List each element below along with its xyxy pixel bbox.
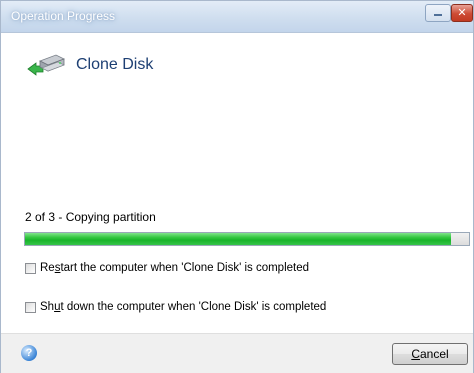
close-icon: ✕ [457,7,467,19]
progress-bar [24,232,470,246]
minimize-icon [434,14,442,16]
cancel-button[interactable]: Cancel [392,343,468,365]
restart-option[interactable]: Restart the computer when 'Clone Disk' i… [25,262,309,274]
shutdown-label[interactable]: Shut down the computer when 'Clone Disk'… [40,301,326,313]
help-icon[interactable]: ? [21,345,37,361]
operation-title: Clone Disk [76,56,154,73]
shutdown-option[interactable]: Shut down the computer when 'Clone Disk'… [25,301,326,313]
minimize-button[interactable] [425,4,451,22]
title-bar[interactable]: Operation Progress ✕ [1,1,473,33]
shutdown-checkbox[interactable] [25,301,36,313]
progress-bar-fill [25,233,452,245]
close-button[interactable]: ✕ [451,4,473,22]
progress-status-text: 2 of 3 - Copying partition [25,210,156,224]
window-title: Operation Progress [11,9,116,23]
clone-disk-icon [27,54,65,76]
restart-checkbox[interactable] [25,262,36,274]
restart-label[interactable]: Restart the computer when 'Clone Disk' i… [40,262,309,274]
operation-progress-window: Operation Progress ✕ Clone Disk 2 of 3 -… [0,0,474,373]
dialog-footer: ? Cancel [1,333,473,373]
